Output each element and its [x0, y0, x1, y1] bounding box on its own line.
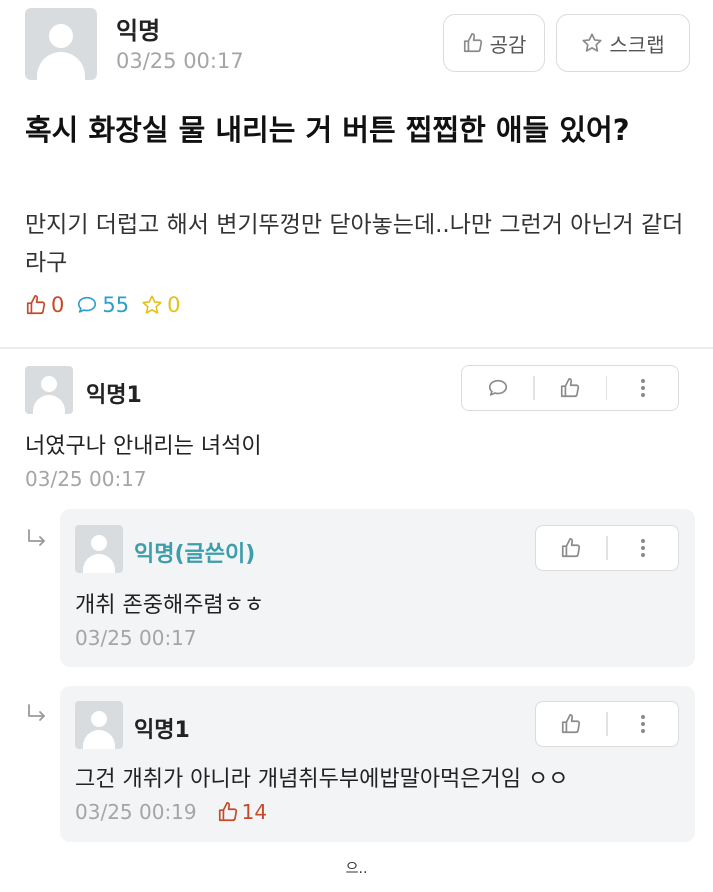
- reply-author: 익명1: [134, 718, 190, 743]
- thumbs-up-icon: [26, 295, 46, 315]
- reply-actions: [535, 701, 679, 747]
- thumbs-up-icon: [562, 538, 581, 558]
- avatar: [75, 701, 123, 749]
- reply-like-count: 14: [217, 800, 267, 824]
- post-stats: 0 55 0: [25, 290, 180, 320]
- more-vertical-icon: [640, 715, 645, 733]
- reply-text: 그건 개취가 아니라 개념취두부에밥말아먹은거임 ㅇㅇ: [75, 767, 569, 792]
- comment-text: 너였구나 안내리는 녀석이: [25, 434, 262, 459]
- like-count: 0: [25, 293, 64, 317]
- reply-author: 익명(글쓴이): [134, 542, 256, 567]
- reply-text: 개취 존중해주렴ㅎㅎ: [75, 593, 265, 618]
- reply-arrow-icon: [28, 529, 45, 546]
- speech-bubble-icon: [488, 379, 507, 396]
- footer-caption: 으..: [345, 861, 368, 877]
- post-content: 만지기 더럽고 해서 변기뚜껑만 닫아놓는데..나만 그런거 아닌거 같더라구: [25, 212, 684, 276]
- thumbs-up-icon: [562, 714, 581, 734]
- thumbs-up-icon: [218, 802, 237, 822]
- more-options-button[interactable]: [608, 526, 678, 570]
- author-name: 익명: [116, 17, 161, 45]
- more-options-button[interactable]: [607, 366, 678, 410]
- thumbs-up-icon: [560, 378, 580, 398]
- reply-button[interactable]: [462, 366, 533, 410]
- post-title: 혹시 화장실 물 내리는 거 버튼 찝찝한 애들 있어?: [25, 113, 630, 147]
- scrap-button-label: 스크랩: [609, 32, 665, 57]
- comment-like-button[interactable]: [535, 366, 606, 410]
- avatar: [25, 366, 73, 414]
- comment-actions: [461, 365, 679, 411]
- comment-author: 익명1: [86, 383, 142, 408]
- avatar: [75, 525, 123, 573]
- more-vertical-icon: [640, 379, 645, 397]
- reply-actions: [535, 525, 679, 571]
- post-page: 익명 03/25 00:17 공감 스크랩 혹시 화장실 물 내리는 거 버튼 …: [0, 0, 713, 892]
- thumbs-up-icon: [463, 33, 482, 53]
- star-icon: [582, 33, 602, 52]
- reply-like-button[interactable]: [536, 526, 606, 570]
- post-time: 03/25 00:17: [116, 49, 244, 73]
- scrap-button[interactable]: 스크랩: [556, 14, 690, 72]
- more-vertical-icon: [640, 539, 645, 557]
- reply-arrow-icon: [28, 704, 45, 721]
- post-header: 익명 03/25 00:17 공감 스크랩: [25, 8, 690, 82]
- scrap-count: 0: [141, 293, 180, 317]
- comment-count: 55: [76, 293, 129, 317]
- reply-time: 03/25 00:19 14: [75, 800, 268, 824]
- divider: [0, 347, 713, 349]
- comment-time: 03/25 00:17: [25, 467, 147, 491]
- star-icon: [142, 295, 162, 314]
- like-button-label: 공감: [489, 32, 527, 57]
- more-options-button[interactable]: [608, 702, 678, 746]
- speech-bubble-icon: [78, 296, 97, 313]
- reply-time: 03/25 00:17: [75, 626, 197, 650]
- like-button[interactable]: 공감: [443, 14, 545, 72]
- reply-like-button[interactable]: [536, 702, 606, 746]
- avatar: [25, 8, 97, 80]
